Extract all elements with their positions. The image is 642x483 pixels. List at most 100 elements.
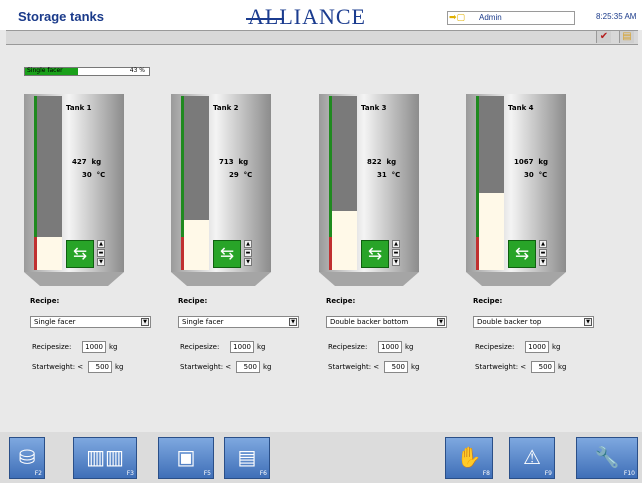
checkmark-icon[interactable]: ✔	[596, 31, 611, 43]
middle-arrow-icon[interactable]: ▬	[244, 249, 252, 257]
function-key-f2[interactable]: ⛁ F2	[9, 437, 45, 479]
startweight-unit: kg	[558, 363, 567, 371]
tank-weight: 1067 kg	[514, 158, 549, 166]
recipe-progress-bar: Single facer 43 %	[24, 67, 150, 76]
startweight-input[interactable]: 500	[236, 361, 260, 373]
user-name: Admin	[479, 13, 502, 22]
function-key-label: F5	[203, 470, 211, 477]
chevron-down-icon[interactable]: ▼	[584, 318, 592, 326]
tank-icon: ⛁	[18, 445, 36, 469]
tank-weight: 822 kg	[367, 158, 397, 166]
down-arrow-icon[interactable]: ▼	[539, 258, 547, 266]
recipe-select[interactable]: Single facer ▼	[178, 316, 299, 328]
function-key-label: F8	[482, 470, 490, 477]
recipesize-input[interactable]: 1000	[82, 341, 106, 353]
tank-weight: 427 kg	[72, 158, 102, 166]
recipesize-label: Recipesize:	[32, 343, 72, 351]
function-key-f3[interactable]: ▥▥ F3	[73, 437, 137, 479]
tank-fill-level	[181, 220, 209, 270]
function-key-f10[interactable]: 🔧 F10	[576, 437, 638, 479]
down-arrow-icon[interactable]: ▼	[244, 258, 252, 266]
logo-bar	[246, 18, 284, 20]
up-arrow-icon[interactable]: ▲	[97, 240, 105, 248]
up-arrow-icon[interactable]: ▲	[244, 240, 252, 248]
tank-scroll[interactable]: ▲ ▬ ▼	[539, 240, 547, 268]
pump-cycle-button[interactable]: ⇆	[213, 240, 241, 268]
startweight-input[interactable]: 500	[88, 361, 112, 373]
pump-cycle-button[interactable]: ⇆	[508, 240, 536, 268]
hand-stop-icon: ✋	[456, 445, 482, 469]
recipe-select-value: Single facer	[182, 318, 224, 326]
tank-fill-level	[329, 211, 357, 270]
tank-name: Tank 1	[66, 104, 92, 112]
recipe-select-value: Single facer	[34, 318, 76, 326]
tank-temperature: 29 °C	[229, 171, 253, 179]
clipboard-icon[interactable]: ▤	[619, 31, 634, 43]
recipesize-input[interactable]: 1000	[230, 341, 254, 353]
tank-name: Tank 2	[213, 104, 239, 112]
tank-4: Tank 4 1067 kg 30 °C ⇆ ▲ ▬ ▼	[466, 94, 566, 286]
recipesize-input[interactable]: 1000	[525, 341, 549, 353]
middle-arrow-icon[interactable]: ▬	[392, 249, 400, 257]
recipesize-input[interactable]: 1000	[378, 341, 402, 353]
down-arrow-icon[interactable]: ▼	[392, 258, 400, 266]
recipe-select-value: Double backer bottom	[330, 318, 409, 326]
startweight-unit: kg	[411, 363, 420, 371]
startweight-label: Startweight: <	[475, 363, 527, 371]
recipesize-unit: kg	[109, 343, 118, 351]
pages-icon: ▤	[237, 445, 257, 469]
chevron-down-icon[interactable]: ▼	[141, 318, 149, 326]
recipe-select-value: Double backer top	[477, 318, 542, 326]
recipesize-label: Recipesize:	[475, 343, 515, 351]
down-arrow-icon[interactable]: ▼	[97, 258, 105, 266]
tank-name: Tank 4	[508, 104, 534, 112]
warning-icon: ⚠	[523, 445, 541, 469]
page-title: Storage tanks	[18, 9, 104, 24]
function-key-f5[interactable]: ▣ F5	[158, 437, 214, 479]
function-key-label: F6	[259, 470, 267, 477]
tank-scroll[interactable]: ▲ ▬ ▼	[97, 240, 105, 268]
recipesize-unit: kg	[257, 343, 266, 351]
function-key-label: F3	[126, 470, 134, 477]
function-key-f6[interactable]: ▤ F6	[224, 437, 270, 479]
function-key-label: F2	[34, 470, 42, 477]
up-arrow-icon[interactable]: ▲	[539, 240, 547, 248]
cycle-arrows-icon: ⇆	[367, 244, 383, 264]
middle-arrow-icon[interactable]: ▬	[539, 249, 547, 257]
startweight-input[interactable]: 500	[384, 361, 408, 373]
middle-arrow-icon[interactable]: ▬	[97, 249, 105, 257]
chevron-down-icon[interactable]: ▼	[289, 318, 297, 326]
tank-scroll[interactable]: ▲ ▬ ▼	[392, 240, 400, 268]
recipe-select[interactable]: Single facer ▼	[30, 316, 151, 328]
function-key-label: F10	[623, 470, 635, 477]
recipe-select[interactable]: Double backer bottom ▼	[326, 316, 447, 328]
startweight-label: Startweight: <	[32, 363, 84, 371]
recipesize-label: Recipesize:	[180, 343, 220, 351]
recipe-panel-1: Recipe: Single facer ▼ Recipesize: 1000 …	[30, 297, 160, 377]
function-key-f8[interactable]: ✋ F8	[445, 437, 493, 479]
user-field[interactable]: ➡▢ Admin	[447, 11, 575, 25]
recipe-title: Recipe:	[30, 297, 60, 305]
tank-temperature: 31 °C	[377, 171, 401, 179]
startweight-input[interactable]: 500	[531, 361, 555, 373]
recipe-title: Recipe:	[178, 297, 208, 305]
company-logo: ALLIANCE	[246, 4, 366, 30]
tank-name: Tank 3	[361, 104, 387, 112]
recipe-title: Recipe:	[326, 297, 356, 305]
tank-fill-level	[476, 193, 504, 270]
pump-cycle-button[interactable]: ⇆	[66, 240, 94, 268]
tank-temperature: 30 °C	[524, 171, 548, 179]
function-key-f9[interactable]: ⚠ F9	[509, 437, 555, 479]
tank-weight: 713 kg	[219, 158, 249, 166]
progress-label: Single facer	[27, 67, 63, 74]
cycle-arrows-icon: ⇆	[514, 244, 530, 264]
recipe-panel-4: Recipe: Double backer top ▼ Recipesize: …	[473, 297, 603, 377]
clock: 8:25:35 AM	[596, 12, 637, 21]
up-arrow-icon[interactable]: ▲	[392, 240, 400, 248]
tank-scroll[interactable]: ▲ ▬ ▼	[244, 240, 252, 268]
chevron-down-icon[interactable]: ▼	[437, 318, 445, 326]
recipesize-label: Recipesize:	[328, 343, 368, 351]
startweight-unit: kg	[115, 363, 124, 371]
pump-cycle-button[interactable]: ⇆	[361, 240, 389, 268]
recipe-select[interactable]: Double backer top ▼	[473, 316, 594, 328]
